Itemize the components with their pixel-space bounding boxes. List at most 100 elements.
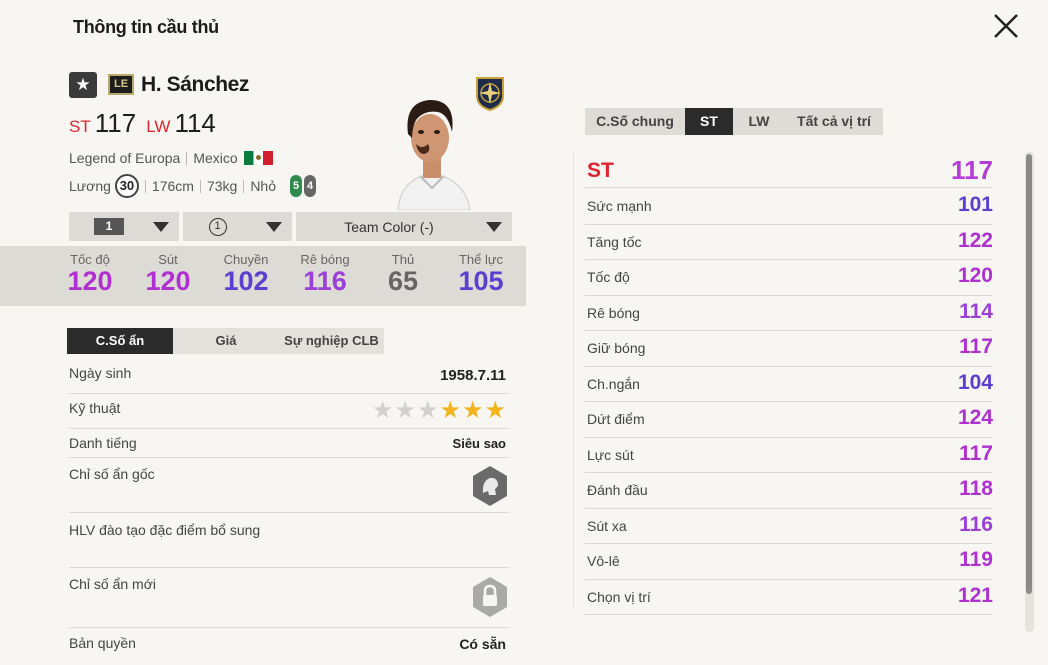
summary-stats: Tốc độ 120 Sút 120 Chuyền 102 Rê bóng 11… — [0, 246, 526, 306]
favorite-star-icon[interactable]: ★ — [69, 72, 97, 98]
page-title: Thông tin cầu thủ — [73, 17, 219, 37]
attribute-row: Lực sút 117 — [585, 438, 993, 473]
position-label: LW — [146, 117, 171, 136]
info-row-license: Bản quyền Có sẵn — [69, 635, 509, 659]
attribute-value: 118 — [959, 477, 993, 500]
nation-name: Mexico — [193, 150, 238, 166]
divider — [243, 179, 245, 193]
attribute-row: Vô-lê 119 — [585, 544, 993, 580]
tab-st[interactable]: ST — [685, 108, 733, 135]
season-name: Legend of Europa — [69, 150, 181, 166]
left-foot-icon: 5 — [290, 175, 302, 197]
star-empty-icon: ★ — [416, 397, 440, 424]
tab-hidden-stats[interactable]: C.Số ẩn — [67, 328, 173, 354]
attribute-name: Giữ bóng — [587, 340, 646, 356]
trait-label: Chỉ số ẩn gốc — [69, 466, 155, 482]
wage-badge: 30 — [114, 174, 139, 198]
info-row-coach: HLV đào tạo đặc điểm bổ sung — [69, 522, 509, 568]
star-filled-icon: ★ — [461, 397, 485, 424]
attribute-value: 119 — [959, 548, 993, 571]
info-row-traits: Chỉ số ẩn gốc — [69, 466, 509, 513]
license-value: Có sẵn — [459, 636, 506, 652]
enhance-select[interactable]: 1 — [183, 212, 292, 241]
new-trait-label: Chỉ số ẩn mới — [69, 576, 156, 592]
info-row-new-traits: Chỉ số ẩn mới — [69, 576, 509, 628]
trait-icon[interactable] — [471, 465, 509, 507]
summary-stat: Chuyền 102 — [216, 252, 276, 297]
attribute-value: 124 — [957, 406, 993, 429]
star-filled-icon: ★ — [439, 397, 462, 424]
attribute-row: Rê bóng 114 — [585, 296, 993, 331]
summary-stat: Tốc độ 120 — [60, 252, 120, 297]
summary-label: Thủ — [391, 252, 415, 267]
license-label: Bản quyền — [69, 635, 136, 651]
divider — [573, 150, 574, 610]
attribute-name: Dứt điểm — [587, 411, 645, 427]
star-empty-icon: ★ — [371, 397, 395, 424]
attribute-name: Lực sút — [587, 446, 634, 463]
divider — [144, 179, 146, 193]
position-rating-row: ST 117 — [585, 150, 993, 188]
chevron-down-icon — [266, 222, 282, 232]
tab-all-positions[interactable]: Tất cả vị trí — [785, 108, 883, 135]
level-select[interactable]: 1 — [69, 212, 179, 241]
body-type: Nhỏ — [250, 178, 276, 194]
player-photo — [397, 100, 471, 210]
position-rating-label: ST — [587, 159, 614, 182]
fame-value: Siêu sao — [452, 436, 506, 451]
star-filled-icon: ★ — [484, 397, 507, 424]
team-color-select[interactable]: Team Color (-) — [296, 212, 512, 241]
summary-label: Thể lực — [458, 252, 504, 267]
weight: 73kg — [206, 178, 238, 194]
summary-stat: Rê bóng 116 — [295, 252, 355, 297]
summary-value: 105 — [458, 266, 504, 296]
attribute-row: Giữ bóng 117 — [585, 331, 993, 367]
attribute-value: 120 — [957, 264, 993, 287]
close-icon[interactable] — [990, 10, 1022, 42]
summary-value: 102 — [223, 266, 269, 296]
mexico-flag-icon — [243, 151, 273, 165]
attribute-name: Tăng tốc — [587, 233, 642, 250]
position-ovr: 114 — [174, 108, 216, 138]
wage-label: Lương — [69, 178, 111, 194]
attribute-name: Sút xa — [587, 517, 627, 534]
dob-label: Ngày sinh — [69, 365, 132, 381]
tab-club-career[interactable]: Sự nghiệp CLB — [279, 328, 384, 354]
coach-label: HLV đào tạo đặc điểm bổ sung — [69, 522, 261, 538]
summary-stat: Thủ 65 — [373, 252, 433, 297]
fame-label: Danh tiếng — [69, 435, 137, 451]
summary-label: Tốc độ — [70, 252, 110, 267]
attribute-row: Sức mạnh 101 — [585, 189, 993, 225]
attribute-name: Chọn vị trí — [587, 588, 651, 605]
player-meta-season: Legend of Europa Mexico — [69, 150, 273, 166]
team-color-value: Team Color (-) — [344, 218, 434, 235]
level-value: 1 — [94, 218, 124, 235]
position-tabs: C.Số chung ST LW Tất cả vị trí — [585, 108, 883, 135]
summary-label: Rê bóng — [300, 252, 350, 267]
height: 176cm — [151, 178, 194, 194]
lock-icon[interactable] — [471, 576, 509, 618]
attribute-value: 114 — [959, 299, 993, 323]
player-meta-physical: Lương 30 176cm 73kg Nhỏ 5 4 — [69, 174, 316, 198]
summary-stat: Sút 120 — [138, 252, 198, 297]
attribute-row: Tăng tốc 122 — [585, 225, 993, 260]
tab-price[interactable]: Giá — [173, 328, 279, 354]
info-row-fame: Danh tiếng Siêu sao — [69, 435, 509, 458]
attribute-name: Sức mạnh — [587, 198, 652, 214]
attribute-value: 101 — [957, 193, 993, 216]
divider — [199, 179, 201, 193]
tab-lw[interactable]: LW — [733, 108, 785, 135]
position-ratings: ST 117 LW 114 — [69, 108, 226, 140]
attribute-name: Rê bóng — [587, 304, 640, 321]
tab-general[interactable]: C.Số chung — [585, 108, 685, 135]
info-row-dob: Ngày sinh 1958.7.11 — [69, 365, 509, 394]
player-name: H. Sánchez — [141, 73, 250, 96]
attribute-name: Ch.ngắn — [587, 375, 640, 392]
info-row-skill: Kỹ thuật ★★★★★★ — [69, 397, 509, 429]
attribute-value: 117 — [959, 335, 993, 358]
position-ovr: 117 — [94, 108, 137, 138]
scrollbar-thumb[interactable] — [1026, 154, 1032, 594]
position-label: ST — [69, 117, 91, 136]
attribute-value: 117 — [959, 441, 993, 465]
attribute-name: Tốc độ — [587, 269, 630, 285]
